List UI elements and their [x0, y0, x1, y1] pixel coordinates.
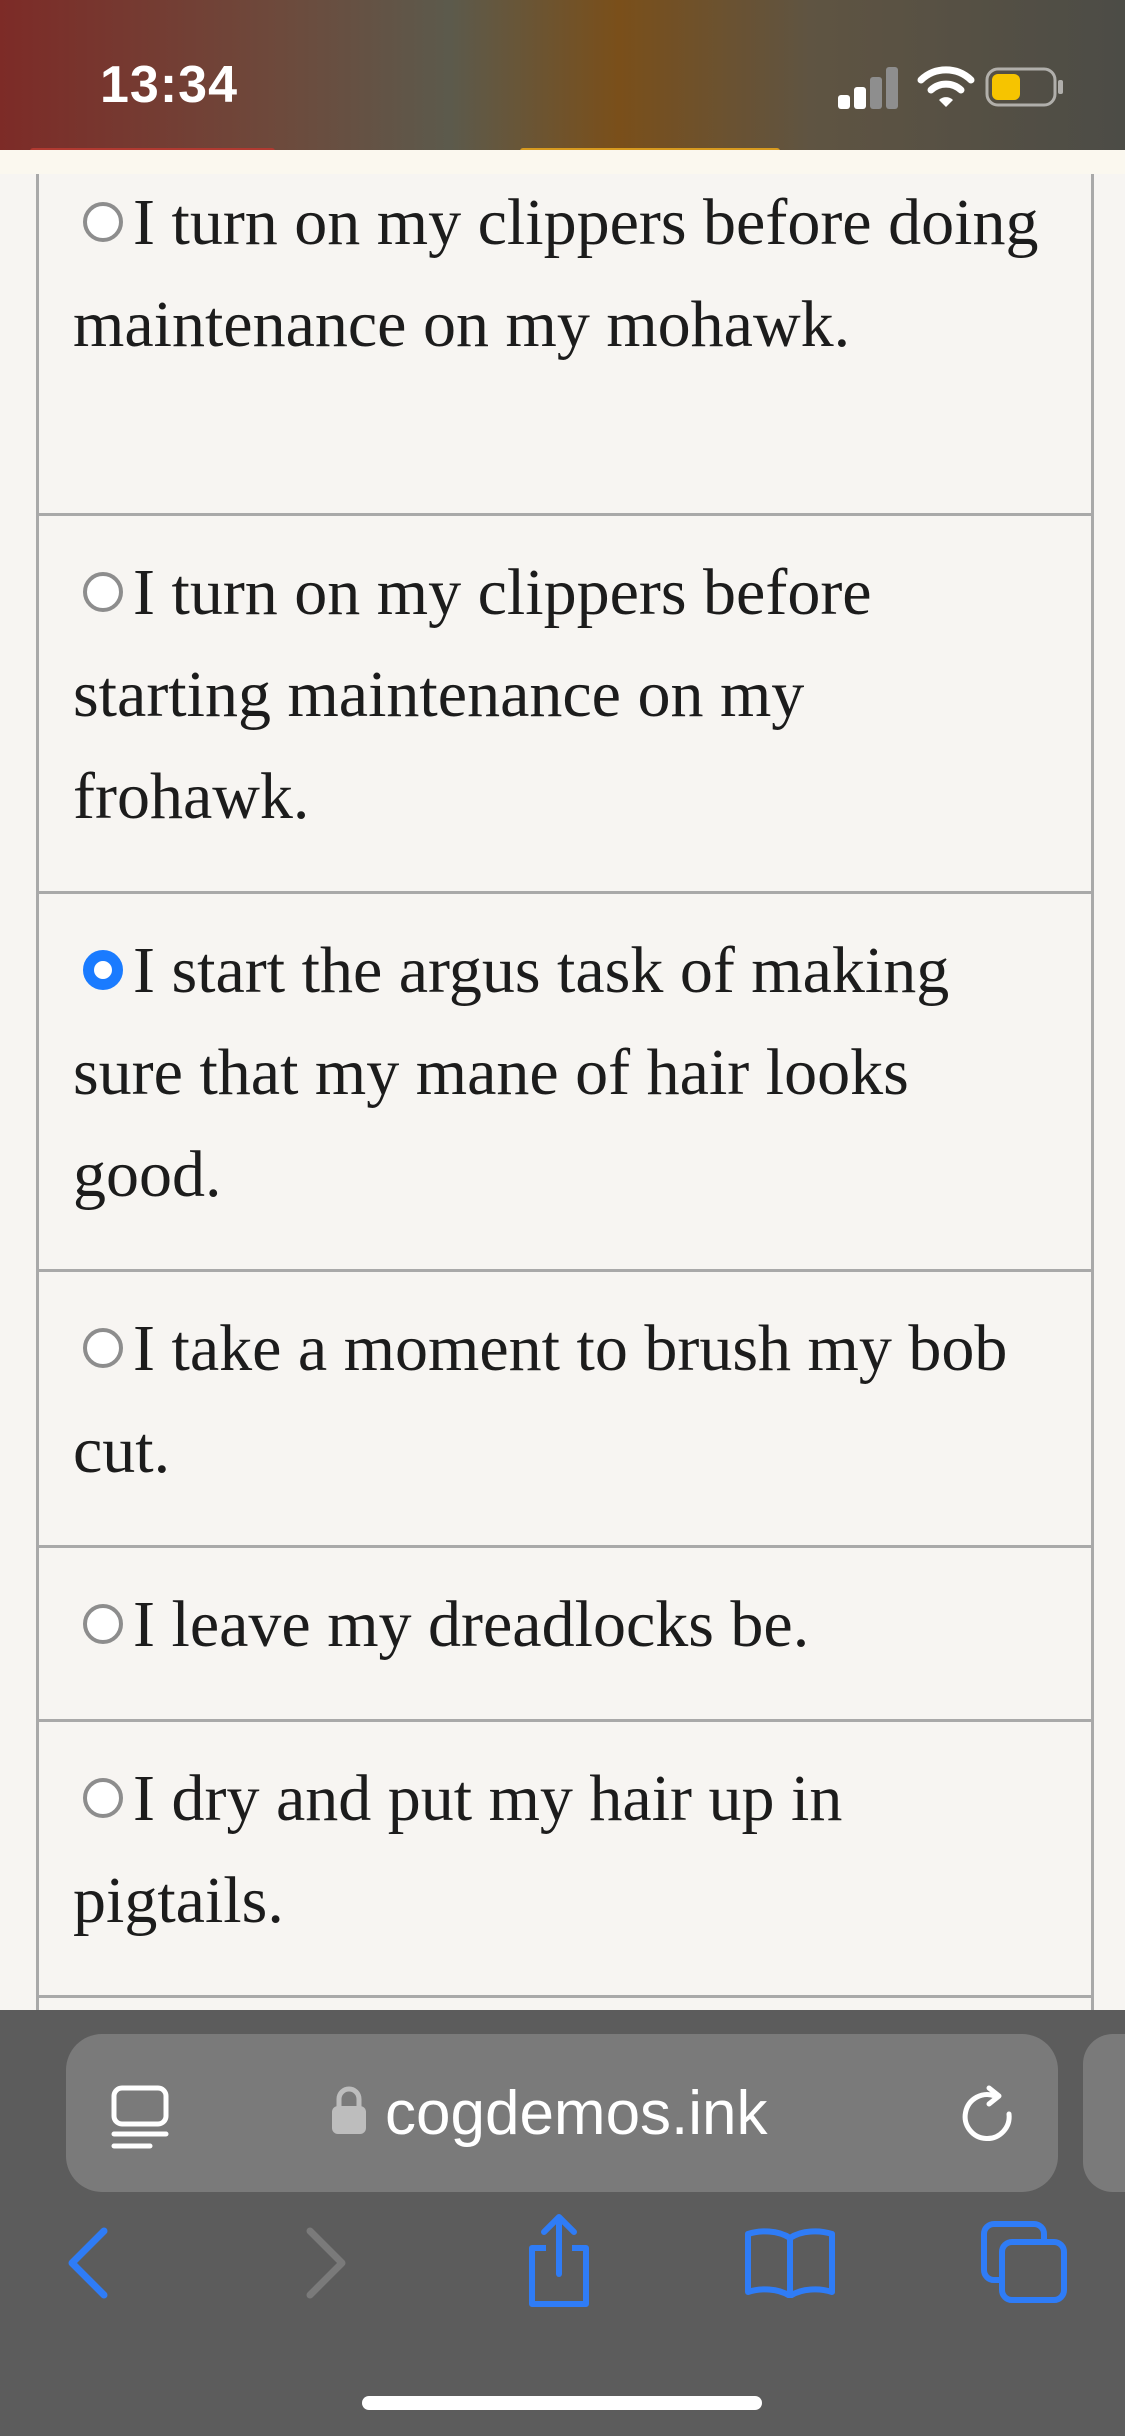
- choice-label: I leave my dreadlocks be.: [133, 1588, 810, 1661]
- status-time: 13:34: [100, 56, 238, 114]
- share-icon[interactable]: [522, 2212, 596, 2310]
- radio-button-selected[interactable]: [83, 950, 123, 990]
- choice-option-5[interactable]: I leave my dreadlocks be.: [39, 1548, 1091, 1722]
- forward-icon[interactable]: [302, 2225, 352, 2301]
- choice-label: I turn on my clippers before doing maint…: [73, 186, 1039, 361]
- cellular-signal-icon: [838, 65, 900, 109]
- url-text[interactable]: cogdemos.ink: [385, 2078, 768, 2149]
- radio-button[interactable]: [83, 1604, 123, 1644]
- radio-button[interactable]: [83, 1328, 123, 1368]
- next-tab-peek[interactable]: [1083, 2034, 1125, 2192]
- choice-option-3[interactable]: I start the argus task of making sure th…: [39, 894, 1091, 1272]
- choice-option-partial: [39, 1998, 1091, 2010]
- battery-icon: [985, 67, 1063, 107]
- choice-option-1[interactable]: I turn on my clippers before doing maint…: [39, 174, 1091, 516]
- home-indicator[interactable]: [362, 2396, 762, 2410]
- choice-label: I turn on my clippers before starting ma…: [73, 556, 872, 833]
- choice-label: I dry and put my hair up in pigtails.: [73, 1762, 843, 1937]
- choice-option-6[interactable]: I dry and put my hair up in pigtails.: [39, 1722, 1091, 1998]
- reader-icon[interactable]: [110, 2084, 170, 2150]
- page-top-strip: [0, 150, 1125, 174]
- choice-label: I start the argus task of making sure th…: [73, 934, 950, 1211]
- lock-icon: [332, 2086, 366, 2134]
- bookmarks-icon[interactable]: [744, 2226, 836, 2298]
- radio-button[interactable]: [83, 572, 123, 612]
- choice-label: I take a moment to brush my bob cut.: [73, 1312, 1008, 1487]
- radio-button[interactable]: [83, 1778, 123, 1818]
- choice-option-2[interactable]: I turn on my clippers before starting ma…: [39, 516, 1091, 894]
- back-icon[interactable]: [62, 2225, 112, 2301]
- choice-list: I turn on my clippers before doing maint…: [36, 174, 1094, 2010]
- choice-option-4[interactable]: I take a moment to brush my bob cut.: [39, 1272, 1091, 1548]
- wifi-icon: [917, 66, 975, 107]
- tabs-icon[interactable]: [980, 2220, 1070, 2304]
- page-content: I turn on my clippers before doing maint…: [0, 174, 1125, 2010]
- radio-button[interactable]: [83, 202, 123, 242]
- reload-icon[interactable]: [955, 2084, 1023, 2152]
